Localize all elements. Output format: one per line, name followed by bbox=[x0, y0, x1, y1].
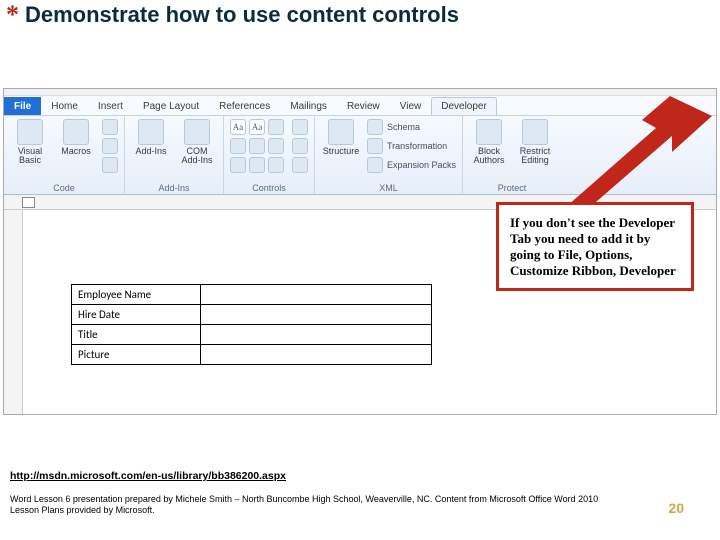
expansion-packs-button[interactable]: Expansion Packs bbox=[367, 157, 456, 173]
credit-text: Word Lesson 6 presentation prepared by M… bbox=[10, 494, 600, 517]
title-row: * Demonstrate how to use content control… bbox=[0, 0, 720, 28]
tab-page-layout[interactable]: Page Layout bbox=[133, 97, 209, 115]
checkbox-control-icon[interactable] bbox=[249, 138, 265, 154]
group-label-code: Code bbox=[10, 182, 118, 193]
restrict-editing-icon bbox=[522, 119, 548, 145]
visual-basic-button[interactable]: Visual Basic bbox=[10, 119, 50, 166]
block-authors-icon bbox=[476, 119, 502, 145]
dropdown-control-icon[interactable] bbox=[230, 157, 246, 173]
cell-title-value[interactable] bbox=[201, 325, 432, 345]
cell-hire-date-value[interactable] bbox=[201, 305, 432, 325]
transformation-icon bbox=[367, 138, 383, 154]
properties-icon[interactable] bbox=[292, 138, 308, 154]
com-addins-button[interactable]: COM Add-Ins bbox=[177, 119, 217, 166]
cell-picture-value[interactable] bbox=[201, 345, 432, 365]
group-controls: Aa Aa Co bbox=[224, 116, 315, 194]
tab-home[interactable]: Home bbox=[41, 97, 88, 115]
ribbon-tabstrip: File Home Insert Page Layout References … bbox=[4, 96, 716, 115]
window-titlebar bbox=[4, 89, 716, 96]
design-mode-icon[interactable] bbox=[292, 119, 308, 135]
macro-security-icon[interactable] bbox=[102, 157, 118, 173]
tab-mailings[interactable]: Mailings bbox=[280, 97, 337, 115]
picture-control-icon[interactable] bbox=[268, 119, 284, 135]
transformation-button[interactable]: Transformation bbox=[367, 138, 456, 154]
group-label-addins: Add-Ins bbox=[131, 182, 217, 193]
table-row: Employee Name bbox=[72, 285, 432, 305]
block-authors-button[interactable]: Block Authors bbox=[469, 119, 509, 166]
asterisk-icon: * bbox=[6, 2, 19, 28]
richtext-control-icon[interactable]: Aa bbox=[230, 119, 246, 135]
cell-employee-name-value[interactable] bbox=[201, 285, 432, 305]
cell-hire-date: Hire Date bbox=[72, 305, 201, 325]
structure-icon bbox=[328, 119, 354, 145]
addins-button[interactable]: Add-Ins bbox=[131, 119, 171, 156]
cell-title: Title bbox=[72, 325, 201, 345]
tab-developer[interactable]: Developer bbox=[431, 97, 497, 115]
tab-insert[interactable]: Insert bbox=[88, 97, 133, 115]
tab-review[interactable]: Review bbox=[337, 97, 390, 115]
table-row: Hire Date bbox=[72, 305, 432, 325]
buildingblock-control-icon[interactable] bbox=[230, 138, 246, 154]
tab-references[interactable]: References bbox=[209, 97, 280, 115]
table-row: Picture bbox=[72, 345, 432, 365]
controls-gallery: Aa Aa bbox=[230, 119, 284, 173]
pause-macro-icon[interactable] bbox=[102, 138, 118, 154]
group-label-protect: Protect bbox=[469, 182, 555, 193]
group-protect: Block Authors Restrict Editing Protect bbox=[463, 116, 561, 194]
com-addins-icon bbox=[184, 119, 210, 145]
datepicker-control-icon[interactable] bbox=[249, 157, 265, 173]
tab-file[interactable]: File bbox=[4, 97, 41, 115]
cell-picture: Picture bbox=[72, 345, 201, 365]
callout-text: If you don't see the Developer Tab you n… bbox=[510, 215, 676, 278]
plaintext-control-icon[interactable]: Aa bbox=[249, 119, 265, 135]
group-control-icon[interactable] bbox=[292, 157, 308, 173]
slide-title: Demonstrate how to use content controls bbox=[25, 2, 459, 28]
cell-employee-name: Employee Name bbox=[72, 285, 201, 305]
callout-box: If you don't see the Developer Tab you n… bbox=[496, 202, 694, 291]
macros-icon bbox=[63, 119, 89, 145]
schema-icon bbox=[367, 119, 383, 135]
record-macro-icon[interactable] bbox=[102, 119, 118, 135]
group-xml: Structure Schema Transformation Expansio… bbox=[315, 116, 463, 194]
vertical-ruler bbox=[4, 210, 23, 415]
ribbon-body: Visual Basic Macros Code Add-Ins COM Add… bbox=[4, 115, 716, 195]
slide: * Demonstrate how to use content control… bbox=[0, 0, 720, 540]
expansion-icon bbox=[367, 157, 383, 173]
group-label-controls: Controls bbox=[230, 182, 308, 193]
group-addins: Add-Ins COM Add-Ins Add-Ins bbox=[125, 116, 224, 194]
combobox-control-icon[interactable] bbox=[268, 138, 284, 154]
addins-icon bbox=[138, 119, 164, 145]
form-table: Employee Name Hire Date Title Picture bbox=[71, 284, 432, 365]
vb-icon bbox=[17, 119, 43, 145]
structure-button[interactable]: Structure bbox=[321, 119, 361, 156]
reference-link[interactable]: http://msdn.microsoft.com/en-us/library/… bbox=[10, 470, 286, 482]
legacy-tools-icon[interactable] bbox=[268, 157, 284, 173]
schema-button[interactable]: Schema bbox=[367, 119, 456, 135]
macros-button[interactable]: Macros bbox=[56, 119, 96, 156]
table-row: Title bbox=[72, 325, 432, 345]
group-code: Visual Basic Macros Code bbox=[4, 116, 125, 194]
restrict-editing-button[interactable]: Restrict Editing bbox=[515, 119, 555, 166]
slide-number: 20 bbox=[668, 500, 684, 516]
group-label-xml: XML bbox=[321, 182, 456, 193]
tab-view[interactable]: View bbox=[390, 97, 432, 115]
